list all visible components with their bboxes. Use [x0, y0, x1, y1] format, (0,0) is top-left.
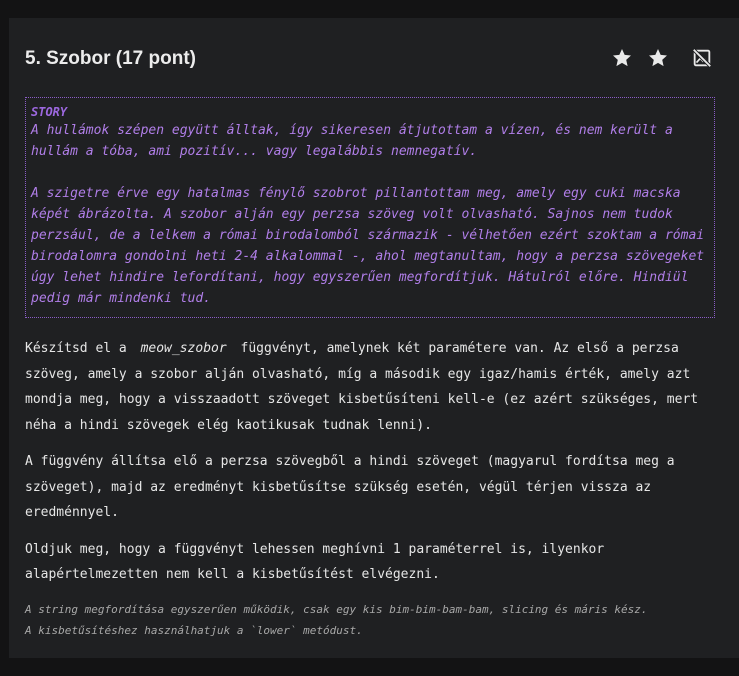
hint-line-1: A string megfordítása egyszerűen működik…	[25, 603, 648, 616]
description-paragraph-3: Oldjuk meg, hogy a függvényt lehessen me…	[25, 541, 605, 583]
hide-image-button[interactable]	[689, 45, 715, 71]
star-icon	[613, 49, 631, 67]
task-description: Készítsd el a meow_szobor függvényt, ame…	[25, 336, 725, 599]
star-icon	[649, 49, 667, 67]
story-box: STORY A hullámok szépen együtt álltak, í…	[25, 97, 715, 318]
hint-line-2: A kisbetűsítéshez használhatjuk a `lower…	[25, 624, 363, 637]
task-actions	[609, 45, 715, 71]
hints: A string megfordítása egyszerűen működik…	[25, 599, 725, 641]
task-header: 5. Szobor (17 pont)	[25, 42, 715, 76]
story-paragraph-1: A hullámok szépen együtt álltak, így sik…	[31, 123, 673, 159]
star-button-2[interactable]	[645, 45, 671, 71]
star-button-1[interactable]	[609, 45, 635, 71]
function-name: meow_szobor	[140, 341, 227, 356]
description-text: Készítsd el a	[25, 341, 127, 356]
description-paragraph-2: A függvény állítsa elő a perzsa szövegbő…	[25, 454, 675, 520]
task-card: 5. Szobor (17 pont) STORY A hullámok szé…	[9, 18, 739, 658]
description-paragraph-1: Készítsd el a meow_szobor függvényt, ame…	[25, 336, 725, 438]
story-paragraph-2: A szigetre érve egy hatalmas fénylő szob…	[31, 186, 705, 306]
story-label: STORY	[31, 105, 68, 119]
image-off-icon	[691, 47, 713, 69]
